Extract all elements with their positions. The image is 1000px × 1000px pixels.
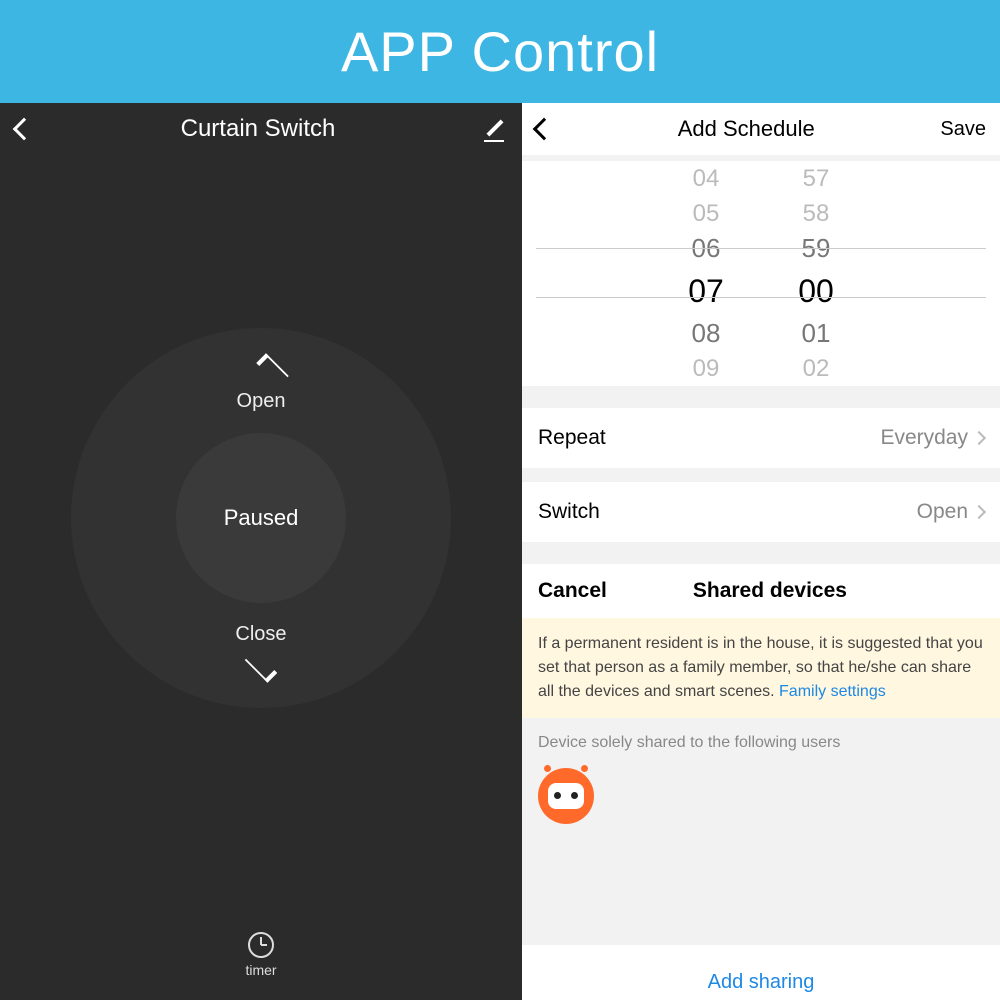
picker-row: 01 [802, 316, 831, 351]
family-tip: If a permanent resident is in the house,… [522, 618, 1000, 718]
save-button[interactable]: Save [940, 118, 986, 141]
schedule-screen: Add Schedule Save 04 05 06 07 08 09 10 5… [522, 103, 1000, 1000]
chevron-right-icon [972, 431, 986, 445]
family-settings-link[interactable]: Family settings [779, 683, 886, 700]
chevron-down-icon[interactable] [250, 655, 273, 678]
picker-row-selected: 00 [798, 266, 834, 316]
phone-row: Curtain Switch Open Paused Close timer A… [0, 103, 1000, 1000]
edit-icon[interactable] [484, 118, 506, 140]
switch-value: Open [917, 500, 968, 524]
banner-title: APP Control [0, 0, 1000, 103]
picker-row: 06 [692, 231, 721, 266]
picker-row: 59 [802, 231, 831, 266]
repeat-label: Repeat [538, 426, 606, 450]
timer-label: timer [245, 962, 276, 978]
repeat-row[interactable]: Repeat Everyday [522, 408, 1000, 468]
picker-row: 05 [693, 196, 720, 231]
shared-devices-title: Shared devices [693, 579, 847, 603]
minute-column[interactable]: 57 58 59 00 01 02 03 [761, 161, 871, 386]
share-caption: Device solely shared to the following us… [522, 718, 1000, 768]
right-title: Add Schedule [552, 116, 940, 142]
close-label[interactable]: Close [71, 623, 451, 646]
tip-text: If a permanent resident is in the house,… [538, 635, 983, 700]
dial-area: Open Paused Close [0, 125, 522, 910]
hour-column[interactable]: 04 05 06 07 08 09 10 [651, 161, 761, 386]
picker-row: 57 [803, 161, 830, 196]
time-picker[interactable]: 04 05 06 07 08 09 10 57 58 59 00 01 02 0… [522, 161, 1000, 386]
switch-label: Switch [538, 500, 600, 524]
robot-face-icon [548, 783, 584, 809]
picker-row: 04 [693, 161, 720, 196]
cancel-button[interactable]: Cancel [538, 579, 607, 603]
picker-row: 02 [803, 351, 830, 386]
curtain-control-screen: Curtain Switch Open Paused Close timer [0, 103, 522, 1000]
switch-row[interactable]: Switch Open [522, 482, 1000, 542]
clock-icon [248, 932, 274, 958]
picker-row: 58 [803, 196, 830, 231]
open-label[interactable]: Open [71, 390, 451, 413]
picker-row: 09 [693, 351, 720, 386]
picker-row-selected: 07 [688, 266, 724, 316]
pause-button[interactable]: Paused [176, 433, 346, 603]
right-header: Add Schedule Save [522, 103, 1000, 155]
shared-users [522, 768, 1000, 834]
control-dial: Open Paused Close [71, 328, 451, 708]
add-sharing-button[interactable]: Add sharing [522, 945, 1000, 1000]
timer-button[interactable]: timer [0, 910, 522, 1000]
chevron-right-icon [972, 505, 986, 519]
repeat-value: Everyday [880, 426, 968, 450]
picker-row: 08 [692, 316, 721, 351]
user-avatar[interactable] [538, 768, 594, 824]
shared-devices-header: Cancel Shared devices [522, 564, 1000, 618]
